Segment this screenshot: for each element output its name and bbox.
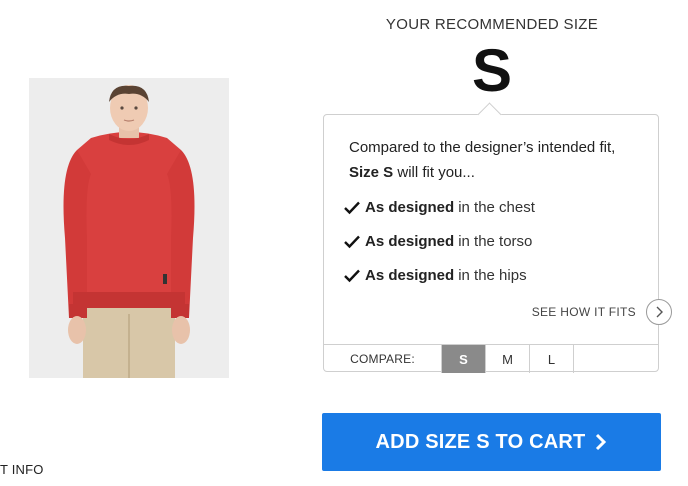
fit-intro-size: Size S xyxy=(349,164,394,181)
fit-intro-rest: will fit you... xyxy=(397,164,475,181)
checkmark-icon xyxy=(344,269,360,283)
chevron-right-icon xyxy=(596,433,607,451)
checkmark-icon xyxy=(344,201,360,215)
fit-area-list: As designed in the chest As designed in … xyxy=(344,199,535,301)
fit-item-hips: As designed in the hips xyxy=(344,267,535,301)
recommended-size-value: S xyxy=(471,37,513,104)
product-info-tab[interactable]: T INFO xyxy=(0,462,44,477)
compare-label: COMPARE: xyxy=(350,352,415,366)
fit-item-text: in the chest xyxy=(458,199,535,216)
fit-intro-line1: Compared to the designer’s intended fit, xyxy=(349,139,616,156)
compare-option-l[interactable]: L xyxy=(529,345,573,373)
card-pointer xyxy=(477,102,502,127)
fit-item-text: in the hips xyxy=(458,267,527,284)
fit-item-chest: As designed in the chest xyxy=(344,199,535,233)
model-illustration xyxy=(29,78,229,378)
recommended-size-label: YOUR RECOMMENDED SIZE xyxy=(385,16,599,33)
see-how-it-fits-link[interactable]: SEE HOW IT FITS xyxy=(532,299,672,325)
fit-item-torso: As designed in the torso xyxy=(344,233,535,267)
compare-row-filler xyxy=(573,345,658,373)
chevron-right-icon xyxy=(656,306,663,318)
fit-item-strong: As designed xyxy=(365,267,455,284)
fit-item-strong: As designed xyxy=(365,199,455,216)
fit-item-strong: As designed xyxy=(365,233,455,250)
add-to-cart-label: ADD SIZE S TO CART xyxy=(375,430,586,453)
compare-size-selector: COMPARE: S M L xyxy=(324,344,658,373)
compare-option-m[interactable]: M xyxy=(485,345,529,373)
checkmark-icon xyxy=(344,235,360,249)
fit-item-text: in the torso xyxy=(458,233,533,250)
add-to-cart-button[interactable]: ADD SIZE S TO CART xyxy=(322,413,661,471)
product-photo xyxy=(29,78,229,378)
fit-intro: Compared to the designer’s intended fit,… xyxy=(349,135,649,185)
see-how-it-fits-label: SEE HOW IT FITS xyxy=(531,305,636,319)
fit-details-card: Compared to the designer’s intended fit,… xyxy=(323,102,672,373)
see-how-it-fits-button[interactable] xyxy=(646,299,672,325)
compare-option-s[interactable]: S xyxy=(441,345,485,373)
